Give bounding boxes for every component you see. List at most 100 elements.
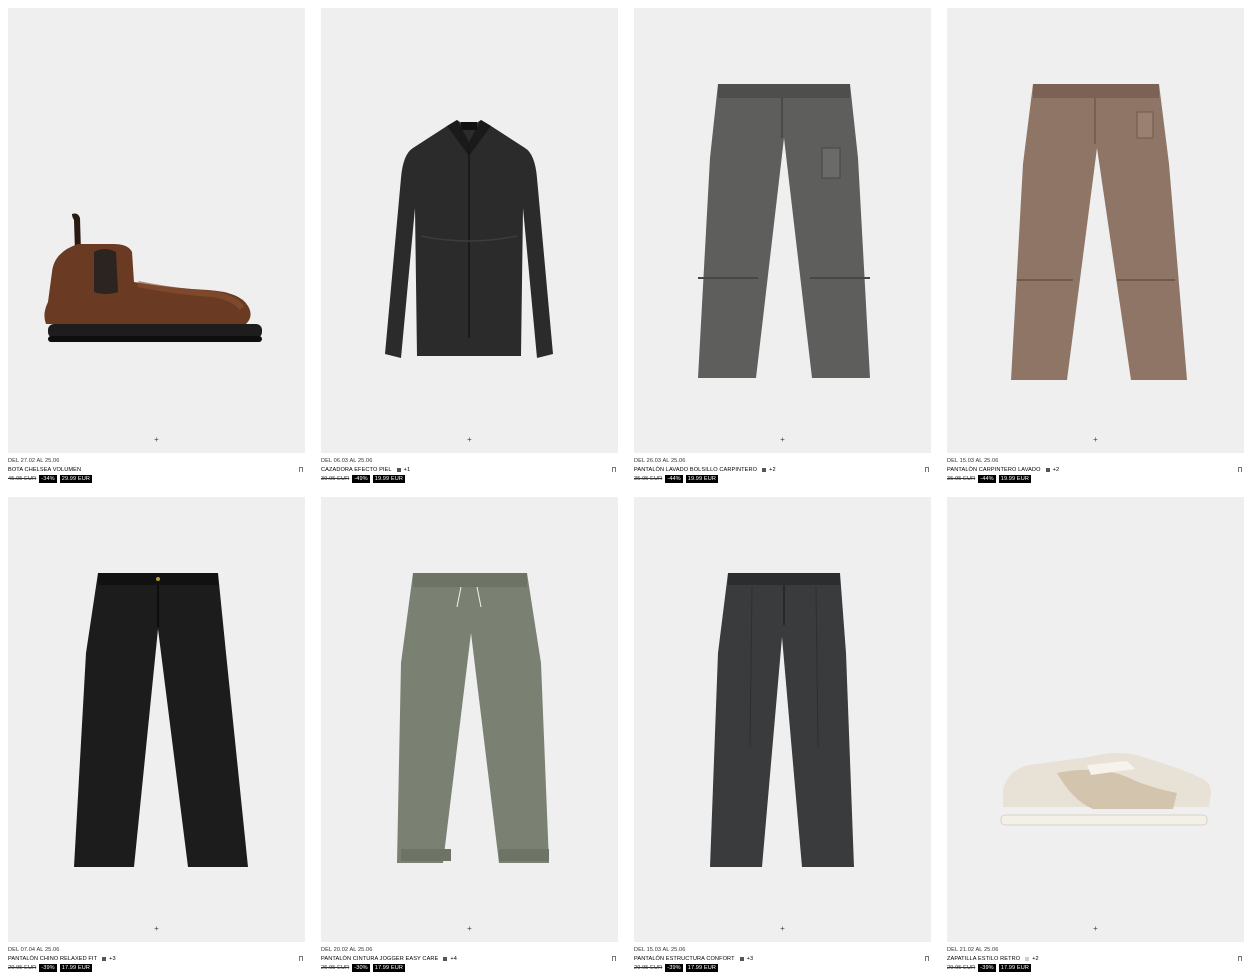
bookmark-icon[interactable] xyxy=(925,956,930,962)
product-info: DEL 07.04 AL 25.06 PANTALÓN CHINO RELAXE… xyxy=(8,942,305,973)
old-price: 35.95 EUR xyxy=(947,475,976,482)
product-name[interactable]: CAZADORA EFECTO PIEL xyxy=(321,466,392,475)
product-dates: DEL 15.03 AL 25.06 xyxy=(947,458,999,464)
discount-badge: -39% xyxy=(978,963,996,973)
discount-badge: -44% xyxy=(978,474,996,484)
dark-check-trousers-image xyxy=(710,573,854,867)
discount-badge: -49% xyxy=(352,474,370,484)
product-image[interactable]: + xyxy=(8,497,305,942)
product-image[interactable]: + xyxy=(947,497,1244,942)
sale-price: 17.99 EUR xyxy=(372,963,405,973)
product-name[interactable]: PANTALÓN LAVADO BOLSILLO CARPINTERO xyxy=(634,466,757,475)
leather-jacket-image xyxy=(385,120,553,358)
sale-price: 17.99 EUR xyxy=(59,963,92,973)
color-swatch xyxy=(762,468,767,473)
more-colors-count: +2 xyxy=(1032,955,1039,962)
color-swatch xyxy=(739,957,744,962)
discount-badge: -39% xyxy=(39,963,57,973)
product-info: DEL 20.02 AL 25.06 PANTALÓN CINTURA JOGG… xyxy=(321,942,618,973)
add-to-cart-icon[interactable]: + xyxy=(154,925,159,933)
old-price: 39.95 EUR xyxy=(321,475,350,482)
product-image[interactable]: + xyxy=(321,497,618,942)
product-info: DEL 06.03 AL 25.06 CAZADORA EFECTO PIEL +… xyxy=(321,453,618,484)
product-image[interactable]: + xyxy=(634,497,931,942)
product-dates: DEL 27.02 AL 25.06 xyxy=(8,458,60,464)
product-card[interactable]: + DEL 27.02 AL 25.06 BOTA CHELSEA VOLUME… xyxy=(8,8,305,484)
add-to-cart-icon[interactable]: + xyxy=(1093,925,1098,933)
add-to-cart-icon[interactable]: + xyxy=(780,436,785,444)
product-dates: DEL 20.02 AL 25.06 xyxy=(321,947,373,953)
product-dates: DEL 07.04 AL 25.06 xyxy=(8,947,60,953)
old-price: 25.95 EUR xyxy=(321,964,350,971)
color-swatch xyxy=(396,468,401,473)
product-dates: DEL 06.03 AL 25.06 xyxy=(321,458,373,464)
add-to-cart-icon[interactable]: + xyxy=(1093,436,1098,444)
product-image[interactable]: + xyxy=(321,8,618,453)
more-colors-count: +3 xyxy=(109,955,116,962)
bookmark-icon[interactable] xyxy=(612,956,617,962)
black-chino-image xyxy=(74,573,248,867)
discount-badge: -39% xyxy=(665,963,683,973)
grey-carpenter-pants-image xyxy=(698,84,870,378)
more-colors-count: +1 xyxy=(403,466,411,473)
color-swatch xyxy=(1025,957,1030,962)
add-to-cart-icon[interactable]: + xyxy=(780,925,785,933)
sale-price: 19.99 EUR xyxy=(998,474,1031,484)
old-price: 29.95 EUR xyxy=(634,964,663,971)
add-to-cart-icon[interactable]: + xyxy=(154,436,159,444)
product-card[interactable]: + DEL 26.03 AL 25.06 PANTALÓN LAVADO BOL… xyxy=(634,8,931,484)
brown-carpenter-pants-image xyxy=(1011,84,1187,380)
discount-badge: -30% xyxy=(352,963,370,973)
product-card[interactable]: + DEL 20.02 AL 25.06 PANTALÓN CINTURA JO… xyxy=(321,497,618,973)
product-name[interactable]: BOTA CHELSEA VOLUMEN xyxy=(8,466,81,475)
old-price: 35.95 EUR xyxy=(634,475,663,482)
product-image[interactable]: + xyxy=(634,8,931,453)
color-swatch xyxy=(443,957,448,962)
bookmark-icon[interactable] xyxy=(1238,467,1243,473)
product-name[interactable]: PANTALÓN ESTRUCTURA CONFORT xyxy=(634,955,735,964)
discount-badge: -34% xyxy=(39,474,57,484)
product-info: DEL 26.03 AL 25.06 PANTALÓN LAVADO BOLSI… xyxy=(634,453,931,484)
product-name[interactable]: PANTALÓN CINTURA JOGGER EASY CARE xyxy=(321,955,438,964)
product-card[interactable]: + DEL 15.03 AL 25.06 PANTALÓN ESTRUCTURA… xyxy=(634,497,931,973)
add-to-cart-icon[interactable]: + xyxy=(467,436,472,444)
bookmark-icon[interactable] xyxy=(299,467,304,473)
product-dates: DEL 26.03 AL 25.06 xyxy=(634,458,686,464)
chelsea-boot-image xyxy=(44,213,262,342)
retro-sneaker-image xyxy=(1000,753,1211,826)
product-card[interactable]: + DEL 21.02 AL 25.06 ZAPATILLA ESTILO RE… xyxy=(947,497,1244,973)
more-colors-count: +2 xyxy=(1052,466,1060,473)
product-info: DEL 15.03 AL 25.06 PANTALÓN CARPINTERO L… xyxy=(947,453,1244,484)
product-card[interactable]: + DEL 15.03 AL 25.06 PANTALÓN CARPINTERO… xyxy=(947,8,1244,484)
product-info: DEL 21.02 AL 25.06 ZAPATILLA ESTILO RETR… xyxy=(947,942,1244,973)
product-name[interactable]: PANTALÓN CARPINTERO LAVADO xyxy=(947,466,1041,475)
product-info: DEL 15.03 AL 25.06 PANTALÓN ESTRUCTURA C… xyxy=(634,942,931,973)
product-dates: DEL 21.02 AL 25.06 xyxy=(947,947,999,953)
sale-price: 19.99 EUR xyxy=(372,474,405,484)
more-colors-count: +4 xyxy=(450,955,457,962)
bookmark-icon[interactable] xyxy=(612,467,617,473)
old-price: 45.95 EUR xyxy=(8,475,37,482)
bookmark-icon[interactable] xyxy=(299,956,304,962)
bookmark-icon[interactable] xyxy=(925,467,930,473)
product-image[interactable]: + xyxy=(947,8,1244,453)
more-colors-count: +3 xyxy=(746,955,754,962)
color-swatch xyxy=(102,957,107,962)
product-card[interactable]: + DEL 07.04 AL 25.06 PANTALÓN CHINO RELA… xyxy=(8,497,305,973)
sale-price: 19.99 EUR xyxy=(685,474,718,484)
product-card[interactable]: + DEL 06.03 AL 25.06 CAZADORA EFECTO PIE… xyxy=(321,8,618,484)
old-price: 29.95 EUR xyxy=(8,964,37,971)
product-info: DEL 27.02 AL 25.06 BOTA CHELSEA VOLUMEN … xyxy=(8,453,305,484)
product-name[interactable]: ZAPATILLA ESTILO RETRO xyxy=(947,955,1020,964)
product-image[interactable]: + xyxy=(8,8,305,453)
discount-badge: -44% xyxy=(665,474,683,484)
old-price: 29.95 EUR xyxy=(947,964,976,971)
sale-price: 17.99 EUR xyxy=(998,963,1031,973)
khaki-jogger-image xyxy=(397,573,549,863)
sale-price: 17.99 EUR xyxy=(685,963,718,973)
sale-price: 29.99 EUR xyxy=(59,474,92,484)
product-name[interactable]: PANTALÓN CHINO RELAXED FIT xyxy=(8,955,97,964)
more-colors-count: +2 xyxy=(769,466,776,473)
bookmark-icon[interactable] xyxy=(1238,956,1243,962)
add-to-cart-icon[interactable]: + xyxy=(467,925,472,933)
